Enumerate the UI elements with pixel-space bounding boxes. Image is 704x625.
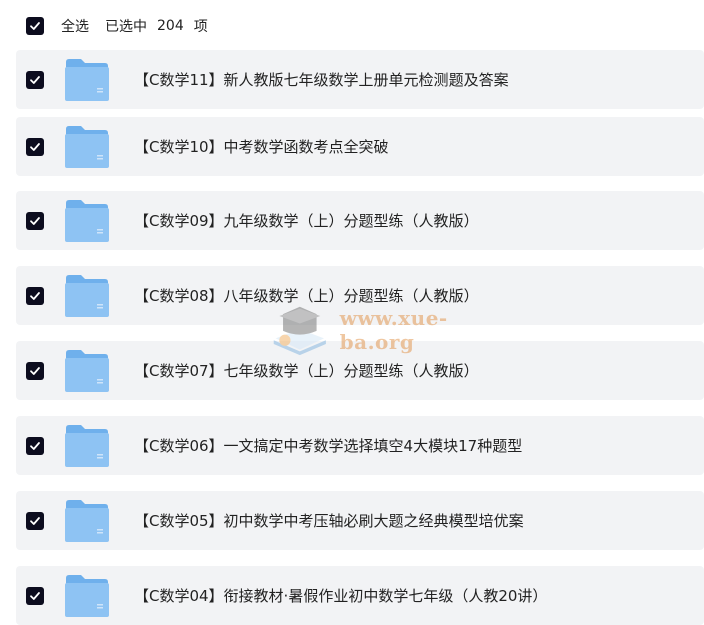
file-row[interactable]: 【C数学10】中考数学函数考点全突破 (16, 117, 704, 176)
selected-count: 204 (157, 18, 184, 34)
checkmark-icon (30, 216, 40, 225)
selected-unit: 项 (193, 19, 208, 35)
file-checkbox[interactable] (26, 137, 44, 156)
file-row[interactable]: 【C数学05】初中数学中考压轴必刷大题之经典模型培优案 (16, 491, 704, 550)
file-checkbox[interactable] (26, 70, 44, 89)
file-name[interactable]: 【C数学11】新人教版七年级数学上册单元检测题及答案 (134, 69, 509, 90)
file-checkbox[interactable] (26, 436, 44, 455)
checkmark-icon (30, 366, 40, 375)
file-row[interactable]: 【C数学07】七年级数学（上）分题型练（人教版） (16, 341, 704, 400)
selected-prefix: 已选中 (105, 19, 147, 35)
file-row[interactable]: 【C数学08】八年级数学（上）分题型练（人教版） (16, 266, 704, 325)
file-row[interactable]: 【C数学11】新人教版七年级数学上册单元检测题及答案 (16, 50, 704, 109)
file-name[interactable]: 【C数学10】中考数学函数考点全突破 (134, 136, 389, 157)
file-checkbox[interactable] (26, 361, 44, 380)
folder-icon (65, 574, 109, 617)
folder-icon (65, 58, 109, 101)
folder-icon (65, 424, 109, 467)
checkmark-icon (30, 142, 40, 151)
checkmark-icon (30, 75, 40, 84)
select-all-label[interactable]: 全选 (61, 16, 89, 36)
folder-icon (65, 274, 109, 317)
select-all-checkbox[interactable] (26, 17, 44, 35)
folder-icon (65, 349, 109, 392)
file-name[interactable]: 【C数学07】七年级数学（上）分题型练（人教版） (134, 360, 479, 381)
checkmark-icon (30, 591, 40, 600)
file-name[interactable]: 【C数学06】一文搞定中考数学选择填空4大模块17种题型 (134, 435, 522, 456)
file-row[interactable]: 【C数学06】一文搞定中考数学选择填空4大模块17种题型 (16, 416, 704, 475)
file-checkbox[interactable] (26, 211, 44, 230)
file-name[interactable]: 【C数学05】初中数学中考压轴必刷大题之经典模型培优案 (134, 510, 524, 531)
checkmark-icon (30, 441, 40, 450)
file-checkbox[interactable] (26, 286, 44, 305)
checkmark-icon (30, 516, 40, 525)
file-checkbox[interactable] (26, 586, 44, 605)
file-checkbox[interactable] (26, 511, 44, 530)
checkmark-icon (30, 22, 40, 30)
checkmark-icon (30, 291, 40, 300)
folder-icon (65, 499, 109, 542)
file-row[interactable]: 【C数学04】衔接教材·暑假作业初中数学七年级（人教20讲） (16, 566, 704, 625)
file-name[interactable]: 【C数学09】九年级数学（上）分题型练（人教版） (134, 210, 479, 231)
folder-icon (65, 125, 109, 168)
folder-icon (65, 199, 109, 242)
file-name[interactable]: 【C数学04】衔接教材·暑假作业初中数学七年级（人教20讲） (134, 585, 547, 606)
select-all-bar: 全选 已选中 204 项 (0, 0, 704, 52)
file-row[interactable]: 【C数学09】九年级数学（上）分题型练（人教版） (16, 191, 704, 250)
file-name[interactable]: 【C数学08】八年级数学（上）分题型练（人教版） (134, 285, 479, 306)
